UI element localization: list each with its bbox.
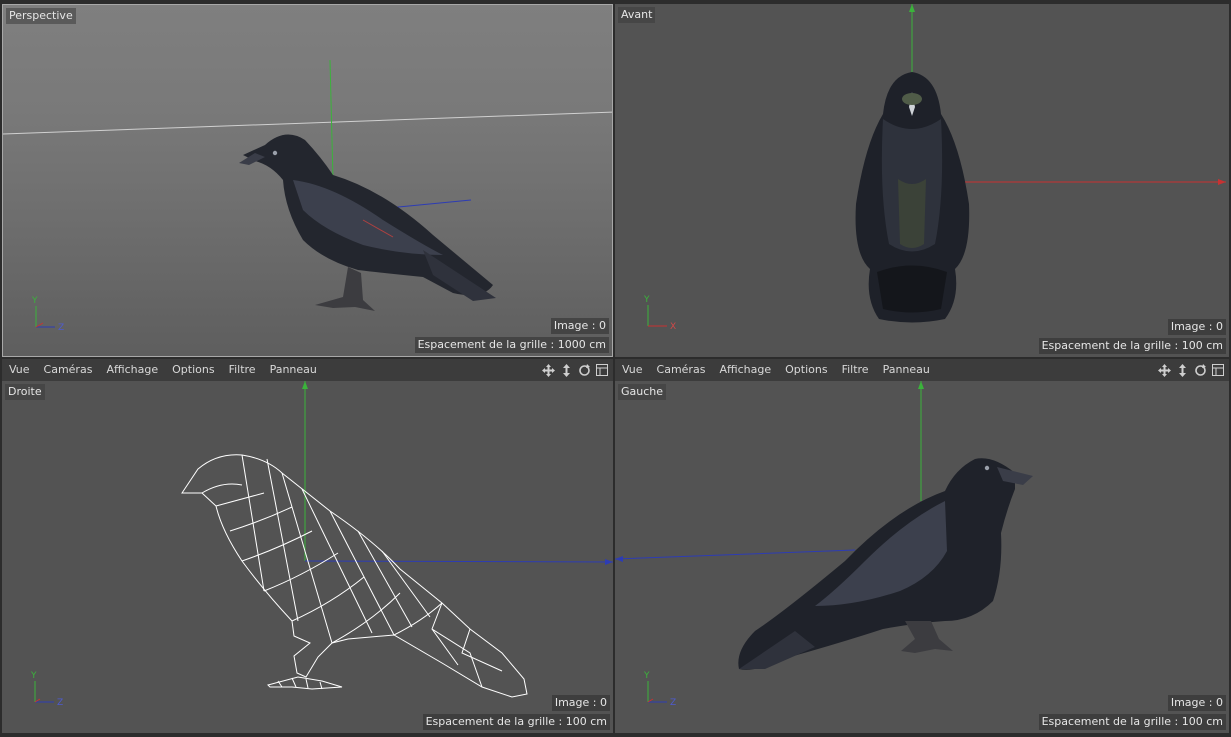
viewport-title: Perspective xyxy=(6,8,76,24)
world-axis-gizmo: Y Z xyxy=(31,296,64,333)
grid-spacing-info: Espacement de la grille : 1000 cm xyxy=(414,337,609,353)
viewport-gauche[interactable]: Y Z Gauche Image : 0 Espacement de la gr… xyxy=(615,381,1229,733)
menu-options[interactable]: Options xyxy=(778,359,834,381)
world-axis-gizmo: Y X xyxy=(643,295,676,332)
perspective-scene: Y Z xyxy=(3,59,612,333)
move-view-icon[interactable] xyxy=(1157,363,1171,377)
viewport-menubar-left: Vue Caméras Affichage Options Filtre Pan… xyxy=(2,359,613,381)
menu-affichage[interactable]: Affichage xyxy=(99,359,165,381)
frame-indicator: Image : 0 xyxy=(551,695,610,711)
menu-cameras[interactable]: Caméras xyxy=(650,359,713,381)
menu-options[interactable]: Options xyxy=(165,359,221,381)
object-axis-z xyxy=(615,549,856,560)
object-axis-z xyxy=(387,199,472,209)
frame-indicator: Image : 0 xyxy=(550,318,609,334)
viewport-droite[interactable]: Y Z Droite Image : 0 Espacement de la gr… xyxy=(2,381,613,733)
frame-indicator: Image : 0 xyxy=(1167,695,1226,711)
object-axis-y xyxy=(329,59,334,181)
raven-model xyxy=(855,72,970,323)
menu-vue[interactable]: Vue xyxy=(615,359,650,381)
menu-filtre[interactable]: Filtre xyxy=(222,359,263,381)
dolly-view-icon[interactable] xyxy=(1175,363,1189,377)
grid-spacing-info: Espacement de la grille : 100 cm xyxy=(422,714,610,730)
view-nav-icons xyxy=(1157,363,1229,377)
droite-scene: Y Z xyxy=(30,381,613,708)
viewport-title: Gauche xyxy=(618,384,667,400)
menu-cameras[interactable]: Caméras xyxy=(37,359,100,381)
rotate-view-icon[interactable] xyxy=(577,363,591,377)
world-axis-gizmo: Y Z xyxy=(30,671,63,708)
toggle-layout-icon[interactable] xyxy=(595,363,609,377)
gizmo-label-second: X xyxy=(670,322,676,332)
frame-indicator: Image : 0 xyxy=(1167,319,1226,335)
gizmo-label-y: Y xyxy=(643,295,650,305)
grid-spacing-info: Espacement de la grille : 100 cm xyxy=(1038,338,1226,354)
menu-filtre[interactable]: Filtre xyxy=(835,359,876,381)
object-axis-z xyxy=(304,560,613,563)
viewport-title: Droite xyxy=(5,384,45,400)
view-nav-icons xyxy=(541,363,613,377)
menu-panneau[interactable]: Panneau xyxy=(876,359,937,381)
menu-panneau[interactable]: Panneau xyxy=(263,359,324,381)
world-axis-gizmo: Y Z xyxy=(643,671,676,708)
gizmo-label-second: Z xyxy=(58,323,64,333)
avant-scene: Y X xyxy=(643,4,1226,332)
gizmo-label-y: Y xyxy=(31,296,38,306)
toggle-layout-icon[interactable] xyxy=(1211,363,1225,377)
gizmo-label-y: Y xyxy=(30,671,37,681)
raven-model xyxy=(738,458,1033,670)
horizon-line xyxy=(3,111,612,135)
gizmo-label-second: Z xyxy=(57,698,63,708)
gizmo-label-y: Y xyxy=(643,671,650,681)
gauche-scene: Y Z xyxy=(615,381,1033,708)
viewport-avant[interactable]: Y X Avant Image : 0 Espacement de la gri… xyxy=(615,4,1229,357)
rotate-view-icon[interactable] xyxy=(1193,363,1207,377)
menu-affichage[interactable]: Affichage xyxy=(712,359,778,381)
grid-spacing-info: Espacement de la grille : 100 cm xyxy=(1038,714,1226,730)
dolly-view-icon[interactable] xyxy=(559,363,573,377)
viewport-menubar-right: Vue Caméras Affichage Options Filtre Pan… xyxy=(615,359,1229,381)
move-view-icon[interactable] xyxy=(541,363,555,377)
viewport-perspective[interactable]: Y Z Perspective Image : 0 Espacement de … xyxy=(2,4,613,357)
gizmo-label-second: Z xyxy=(670,698,676,708)
raven-wireframe xyxy=(181,454,528,698)
viewport-title: Avant xyxy=(618,7,656,23)
menu-vue[interactable]: Vue xyxy=(2,359,37,381)
